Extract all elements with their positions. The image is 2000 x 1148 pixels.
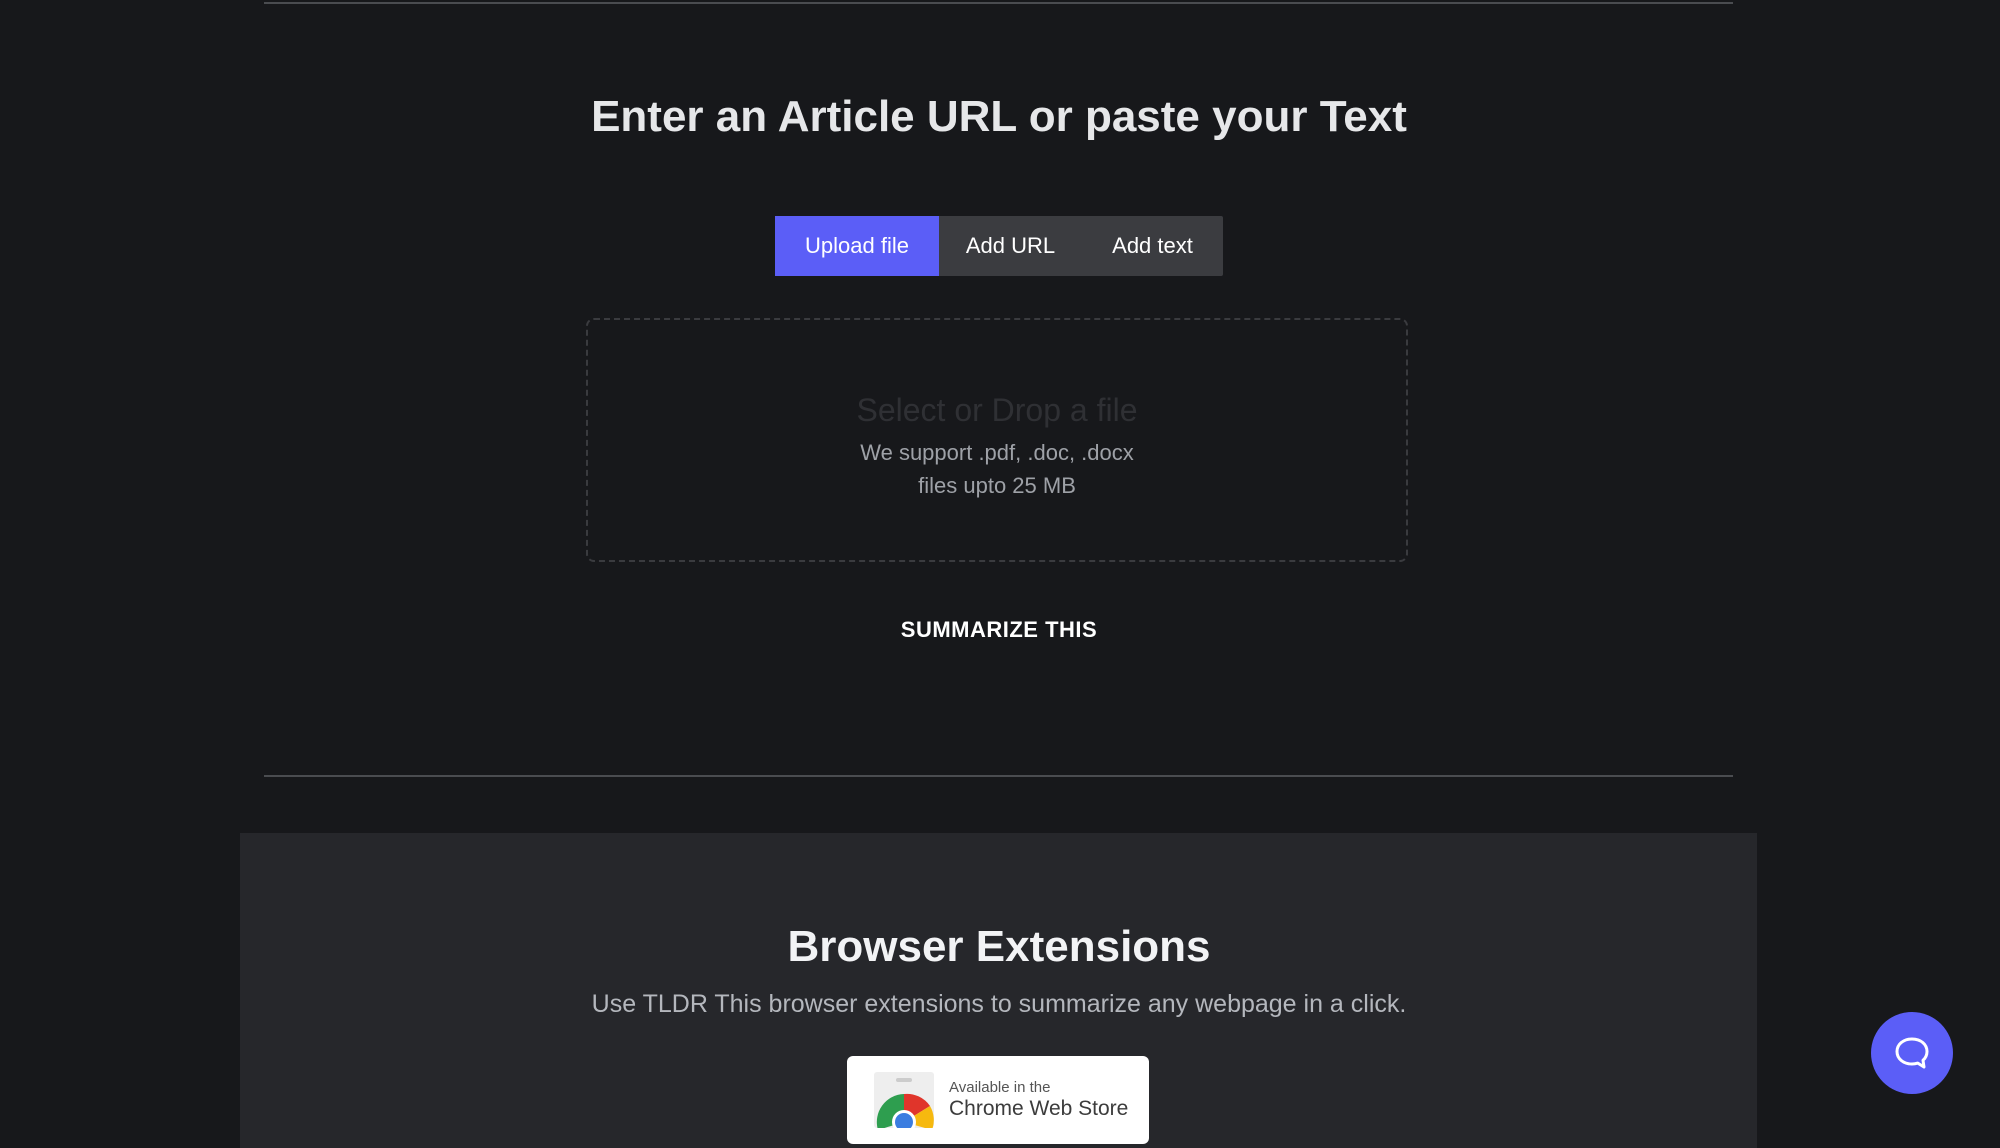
tab-add-text[interactable]: Add text xyxy=(1082,216,1223,276)
page-title: Enter an Article URL or paste your Text xyxy=(591,92,1407,141)
extensions-subtitle: Use TLDR This browser extensions to summ… xyxy=(591,990,1407,1018)
input-mode-tabs: Upload file Add URL Add text xyxy=(775,216,1223,276)
dropzone-size-limit: files upto 25 MB xyxy=(918,473,1076,498)
chrome-badge-large-text: Chrome Web Store xyxy=(949,1097,1129,1120)
tab-upload-file[interactable]: Upload file xyxy=(775,216,939,276)
section-divider xyxy=(264,775,1733,777)
summarize-button[interactable]: SUMMARIZE THIS xyxy=(0,617,1998,643)
chat-bubble-icon xyxy=(1895,1037,1929,1069)
extensions-title: Browser Extensions xyxy=(787,922,1211,971)
page: Enter an Article URL or paste your Text … xyxy=(0,0,2000,1148)
chat-launcher-button[interactable] xyxy=(1871,1012,1953,1094)
top-divider xyxy=(264,2,1733,4)
tab-add-url[interactable]: Add URL xyxy=(939,216,1082,276)
chrome-web-store-badge[interactable]: Available in the Chrome Web Store xyxy=(847,1056,1149,1144)
chrome-web-store-icon xyxy=(874,1072,934,1128)
dropzone-support-text: We support .pdf, .doc, .docx xyxy=(860,440,1134,465)
dropzone-title: Select or Drop a file xyxy=(856,392,1138,428)
chrome-badge-small-text: Available in the xyxy=(949,1079,1051,1096)
